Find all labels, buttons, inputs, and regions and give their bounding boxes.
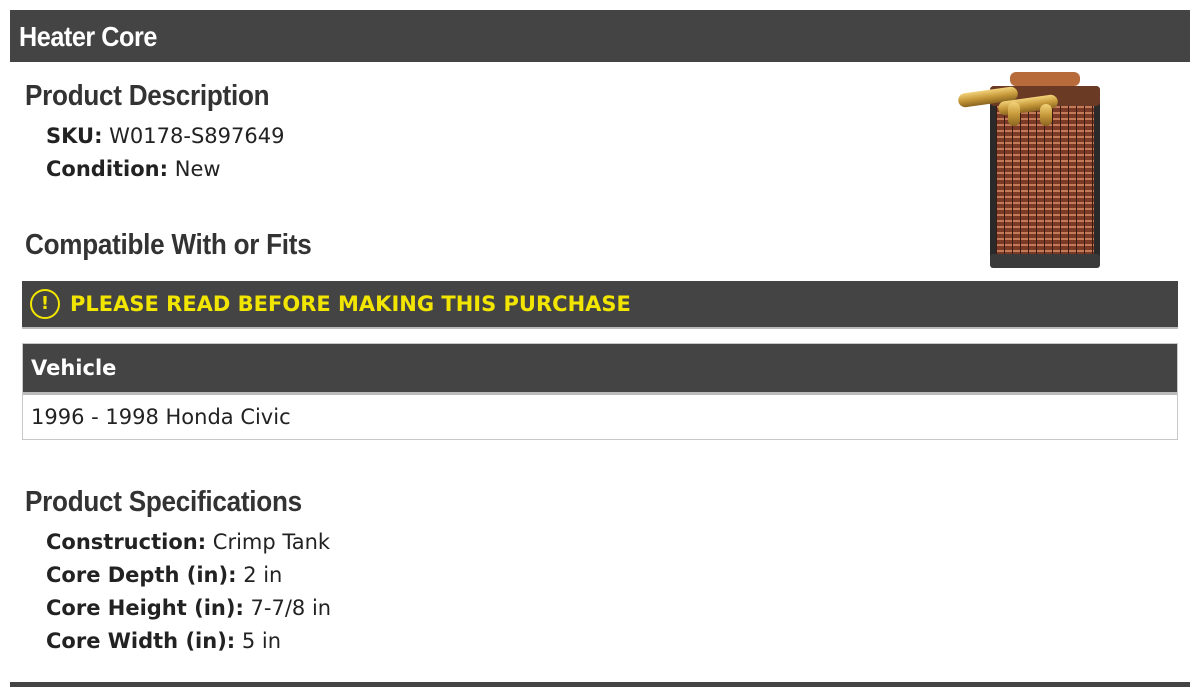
vehicle-table-header: Vehicle (23, 344, 1177, 395)
vehicle-cell: 1996 - 1998 Honda Civic (31, 405, 291, 429)
condition-label: Condition: (46, 157, 169, 181)
core-width-label: Core Width (in): (46, 629, 236, 653)
sku-line: SKU: W0178-S897649 (46, 124, 284, 148)
vehicle-table: Vehicle 1996 - 1998 Honda Civic (22, 343, 1178, 440)
condition-line: Condition: New (46, 157, 221, 181)
core-depth-line: Core Depth (in): 2 in (46, 563, 282, 587)
construction-value: Crimp Tank (212, 530, 331, 554)
condition-value: New (174, 157, 221, 181)
exclamation-circle-icon: ! (30, 289, 60, 319)
core-height-value: 7-7/8 in (250, 596, 332, 620)
core-width-line: Core Width (in): 5 in (46, 629, 281, 653)
product-description-heading: Product Description (25, 80, 270, 112)
core-depth-value: 2 in (243, 563, 283, 587)
warning-text: PLEASE READ BEFORE MAKING THIS PURCHASE (70, 292, 631, 316)
compatibility-heading: Compatible With or Fits (25, 229, 312, 261)
page-title: Heater Core (19, 21, 157, 52)
core-height-line: Core Height (in): 7-7/8 in (46, 596, 331, 620)
core-depth-label: Core Depth (in): (46, 563, 237, 587)
sku-label: SKU: (46, 124, 103, 148)
product-specifications-heading: Product Specifications (25, 486, 302, 518)
sku-value: W0178-S897649 (109, 124, 285, 148)
purchase-warning-bar: ! PLEASE READ BEFORE MAKING THIS PURCHAS… (22, 281, 1178, 329)
title-bar: Heater Core (10, 10, 1190, 62)
construction-label: Construction: (46, 530, 207, 554)
product-image (958, 72, 1100, 268)
bottom-divider (10, 682, 1190, 687)
core-height-label: Core Height (in): (46, 596, 244, 620)
vehicle-column-header: Vehicle (31, 356, 117, 380)
table-row: 1996 - 1998 Honda Civic (23, 395, 1177, 439)
construction-line: Construction: Crimp Tank (46, 530, 330, 554)
core-width-value: 5 in (241, 629, 282, 653)
